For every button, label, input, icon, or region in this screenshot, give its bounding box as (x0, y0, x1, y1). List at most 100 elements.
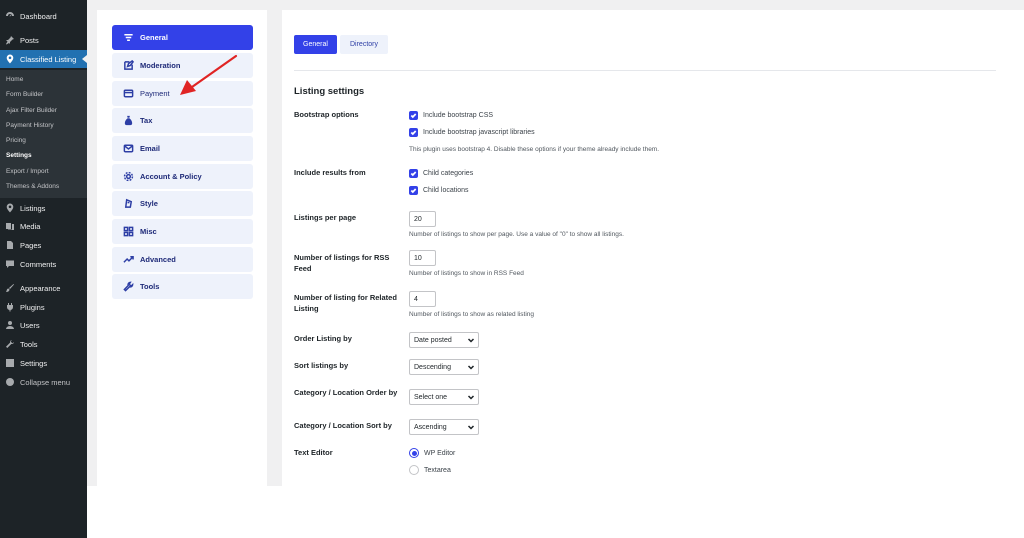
settings-tab-style[interactable]: Style (112, 191, 253, 216)
wp-menu-comments[interactable]: Comments (0, 255, 87, 273)
checkbox-checked-icon (409, 186, 418, 195)
wp-menu-media[interactable]: Media (0, 217, 87, 235)
wp-submenu-home[interactable]: Home (6, 76, 23, 83)
wp-menu-classified-listing[interactable]: Classified Listing (0, 50, 87, 68)
radio-unselected-icon (409, 465, 419, 475)
wp-submenu-settings[interactable]: Settings (6, 152, 32, 159)
checkbox-label: Include bootstrap javascript libraries (423, 129, 535, 136)
wp-menu-posts[interactable]: Posts (0, 31, 87, 49)
wp-menu-collapse[interactable]: Collapse menu (0, 373, 87, 391)
edit-icon (122, 60, 134, 72)
wp-menu-label: Posts (20, 35, 39, 45)
chevron-down-icon (467, 336, 475, 344)
wp-submenu-themes-addons[interactable]: Themes & Addons (6, 183, 59, 190)
select-value: Ascending (414, 423, 447, 431)
settings-tab-label: Email (140, 144, 161, 153)
category-location-order-label: Category / Location Order by (294, 388, 398, 397)
wp-menu-label: Pages (20, 240, 42, 250)
envelope-icon (122, 143, 134, 155)
filter-lines-icon (122, 32, 134, 44)
listings-per-page-label: Listings per page (294, 213, 357, 222)
wp-submenu-payment-history[interactable]: Payment History (6, 122, 54, 129)
wp-menu-label: Listings (20, 203, 46, 213)
settings-tab-label: Account & Policy (140, 172, 202, 181)
wp-menu-listings[interactable]: Listings (0, 199, 87, 217)
settings-tab-email[interactable]: Email (112, 136, 253, 161)
comment-icon (5, 259, 15, 269)
wp-editor-radio[interactable]: WP Editor (409, 448, 455, 458)
category-location-sort-label: Category / Location Sort by (294, 421, 392, 430)
category-location-sort-select[interactable]: Ascending (409, 419, 479, 435)
dashboard-icon (5, 11, 15, 21)
child-categories-checkbox[interactable]: Child categories (409, 169, 473, 178)
location-pin-icon (5, 203, 15, 213)
collapse-icon (5, 377, 15, 387)
settings-tab-general[interactable]: General (112, 25, 253, 50)
plugin-icon (5, 302, 15, 312)
settings-tab-tax[interactable]: Tax (112, 108, 253, 133)
wp-menu-appearance[interactable]: Appearance (0, 279, 87, 297)
gear-icon (122, 171, 134, 183)
settings-tab-misc[interactable]: Misc (112, 219, 253, 244)
listings-per-page-hint: Number of listings to show per page. Use… (409, 231, 624, 238)
checkbox-checked-icon (409, 128, 418, 137)
order-by-select[interactable]: Date posted (409, 332, 479, 348)
users-icon (5, 320, 15, 330)
include-bootstrap-js-checkbox[interactable]: Include bootstrap javascript libraries (409, 128, 535, 137)
wp-menu-settings[interactable]: Settings (0, 354, 87, 372)
sort-by-label: Sort listings by (294, 361, 349, 370)
media-icon (5, 221, 15, 231)
wp-submenu-form-builder[interactable]: Form Builder (6, 91, 43, 98)
wp-submenu-ajax-filter-builder[interactable]: Ajax Filter Builder (6, 107, 57, 114)
style-icon (122, 198, 134, 210)
checkbox-checked-icon (409, 169, 418, 178)
wp-submenu-export-import[interactable]: Export / Import (6, 168, 49, 175)
wp-menu-label: Media (20, 221, 41, 231)
bootstrap-hint: This plugin uses bootstrap 4. Disable th… (409, 146, 660, 153)
checkbox-label: Child categories (423, 170, 474, 177)
wp-menu-label: Plugins (20, 302, 45, 312)
radio-selected-icon (409, 448, 419, 458)
wp-menu-pages[interactable]: Pages (0, 236, 87, 254)
order-by-label: Order Listing by (294, 334, 352, 343)
checkbox-label: Include bootstrap CSS (423, 112, 494, 119)
category-location-order-select[interactable]: Select one (409, 389, 479, 405)
rss-feed-input[interactable]: 10 (409, 250, 436, 266)
textarea-radio[interactable]: Textarea (409, 465, 451, 475)
include-bootstrap-css-checkbox[interactable]: Include bootstrap CSS (409, 111, 493, 120)
tax-bag-icon (122, 115, 134, 127)
wp-menu-plugins[interactable]: Plugins (0, 298, 87, 316)
wp-menu-label: Tools (20, 339, 38, 349)
radio-label: Textarea (424, 466, 451, 474)
section-title: Listing settings (294, 86, 365, 97)
content-divider (294, 70, 996, 71)
subtab-general[interactable]: General (294, 35, 337, 54)
settings-content-panel (282, 10, 1024, 486)
wp-submenu-pricing[interactable]: Pricing (6, 137, 26, 144)
settings-tab-label: Tools (140, 282, 160, 291)
settings-tab-advanced[interactable]: Advanced (112, 247, 253, 272)
related-listing-input[interactable]: 4 (409, 291, 436, 307)
wp-menu-label: Classified Listing (20, 54, 77, 64)
wp-menu-users[interactable]: Users (0, 316, 87, 334)
checkbox-label: Child locations (423, 187, 469, 194)
rss-feed-hint: Number of listings to show in RSS Feed (409, 270, 524, 277)
wp-menu-dashboard[interactable]: Dashboard (0, 7, 87, 25)
settings-tab-account-policy[interactable]: Account & Policy (112, 164, 253, 189)
brush-icon (5, 283, 15, 293)
child-locations-checkbox[interactable]: Child locations (409, 186, 469, 195)
checkbox-checked-icon (409, 111, 418, 120)
settings-tab-tools[interactable]: Tools (112, 274, 253, 299)
sort-by-select[interactable]: Descending (409, 359, 479, 375)
select-value: Descending (414, 363, 451, 371)
select-value: Select one (414, 393, 448, 401)
wp-menu-label: Dashboard (20, 11, 57, 21)
wp-menu-tools[interactable]: Tools (0, 335, 87, 353)
listings-per-page-input[interactable]: 20 (409, 211, 436, 227)
chevron-down-icon (467, 423, 475, 431)
wp-menu-label: Collapse menu (20, 377, 71, 387)
related-listing-hint: Number of listings to show as related li… (409, 311, 535, 318)
subtab-directory[interactable]: Directory (340, 35, 388, 54)
settings-icon (5, 358, 15, 368)
settings-tab-label: Payment (140, 89, 170, 98)
